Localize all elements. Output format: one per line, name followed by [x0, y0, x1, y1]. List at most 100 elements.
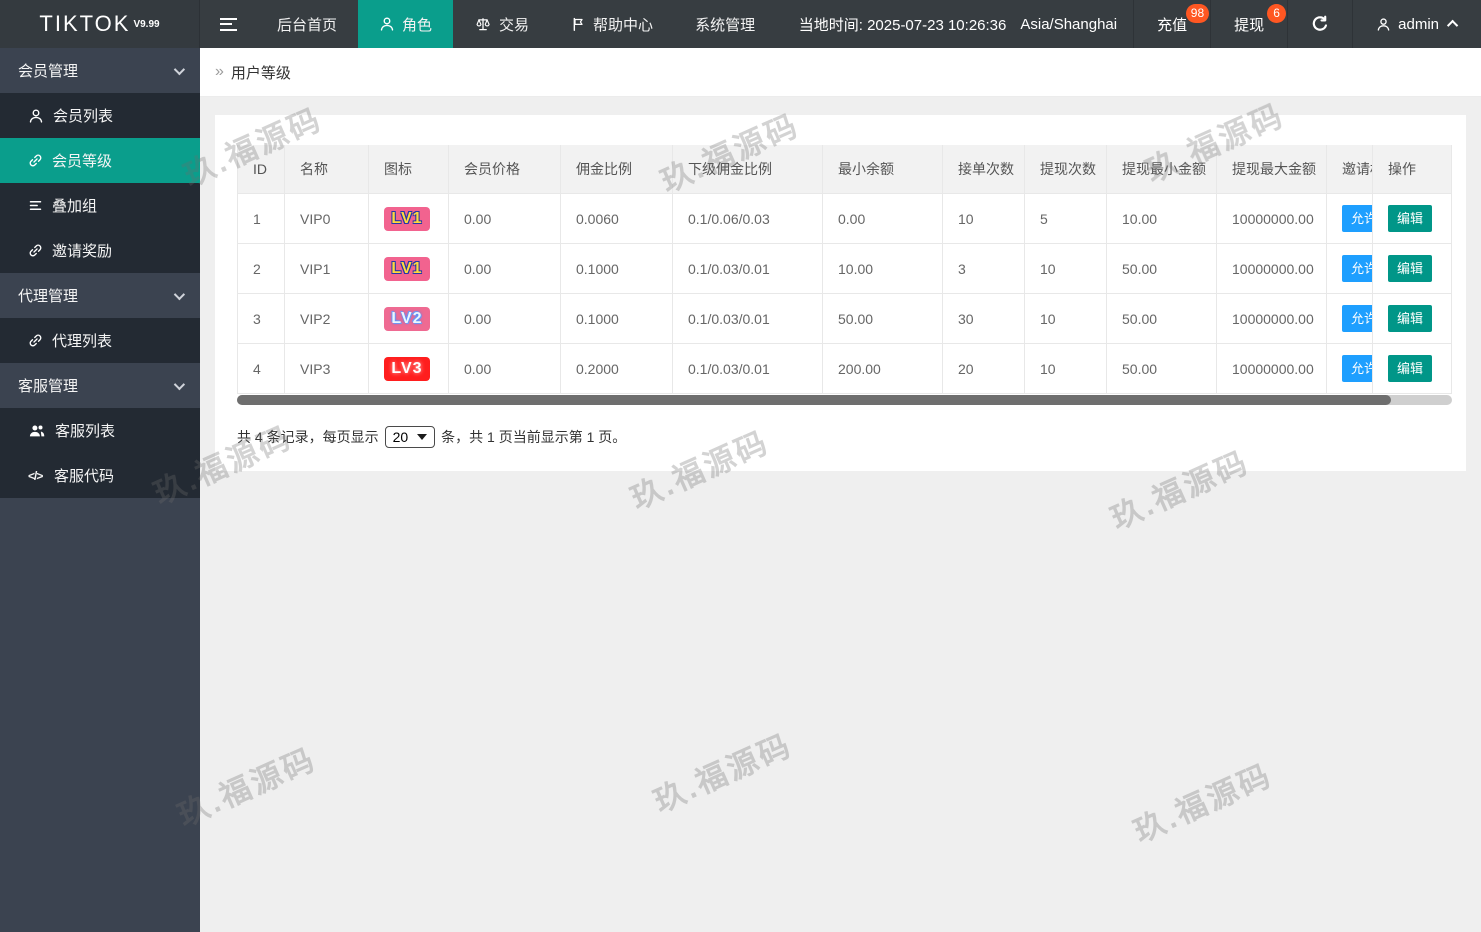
sidebar-item-member-list[interactable]: 会员列表 — [0, 93, 200, 138]
edit-button[interactable]: 编辑 — [1388, 205, 1433, 232]
nav-label: 后台首页 — [277, 16, 338, 34]
sidebar-group-agent-management[interactable]: 代理管理 — [0, 273, 200, 318]
col-header-sub-commission: 下级佣金比例 — [673, 145, 823, 194]
cell-name: VIP2 — [285, 294, 369, 344]
recharge-label: 充值 — [1157, 16, 1188, 34]
cell-withdrawals: 5 — [1025, 194, 1107, 244]
cell-actions: 编辑 — [1372, 244, 1452, 294]
refresh-button[interactable] — [1287, 0, 1352, 48]
sidebar-item-service-list[interactable]: 客服列表 — [0, 408, 200, 453]
cell-withdraw-max: 10000000.00 — [1217, 244, 1327, 294]
sidebar-item-label: 客服列表 — [55, 423, 116, 440]
page-title: 用户等级 — [230, 64, 291, 82]
page-size-value: 20 — [392, 429, 409, 445]
sidebar-item-label: 邀请奖励 — [52, 243, 113, 260]
edit-button[interactable]: 编辑 — [1388, 355, 1433, 382]
group-label: 代理管理 — [18, 288, 79, 305]
cell-icon: LV3 — [369, 344, 449, 394]
hamburger-icon — [219, 17, 237, 31]
cell-withdraw-max: 10000000.00 — [1217, 294, 1327, 344]
sidebar-item-service-code[interactable]: </> 客服代码 — [0, 453, 200, 498]
group-label: 客服管理 — [18, 378, 79, 395]
table-card: ID 名称 图标 会员价格 佣金比例 下级佣金比例 最小余额 接单次数 提现次数… — [215, 115, 1466, 471]
cell-id: 1 — [237, 194, 285, 244]
withdraw-button[interactable]: 提现 6 — [1210, 0, 1287, 48]
horizontal-scrollbar — [237, 395, 1452, 405]
cell-sub-commission: 0.1/0.06/0.03 — [673, 194, 823, 244]
nav-item-help-center[interactable]: 帮助中心 — [550, 0, 674, 48]
cell-actions: 编辑 — [1372, 344, 1452, 394]
page-size-select[interactable]: 20 — [384, 426, 436, 448]
user-level-table: ID 名称 图标 会员价格 佣金比例 下级佣金比例 最小余额 接单次数 提现次数… — [237, 145, 1452, 394]
code-icon: </> — [28, 468, 43, 483]
cell-min-balance: 10.00 — [823, 244, 943, 294]
nav-label: 帮助中心 — [593, 16, 654, 34]
user-icon — [1377, 17, 1390, 31]
edit-button[interactable]: 编辑 — [1388, 305, 1433, 332]
col-header-name: 名称 — [285, 145, 369, 194]
sidebar-item-label: 会员等级 — [52, 153, 113, 170]
cell-withdraw-min: 50.00 — [1107, 344, 1217, 394]
cell-withdrawals: 10 — [1025, 294, 1107, 344]
cell-id: 4 — [237, 344, 285, 394]
cell-id: 2 — [237, 244, 285, 294]
cell-name: VIP0 — [285, 194, 369, 244]
chevron-down-icon — [173, 63, 186, 75]
logo-text: TIKTOK — [39, 11, 131, 36]
cell-orders: 3 — [943, 244, 1025, 294]
recharge-button[interactable]: 充值 98 — [1133, 0, 1210, 48]
sidebar-item-label: 会员列表 — [53, 108, 114, 125]
caret-down-icon — [417, 434, 428, 440]
level-badge: LV1 — [384, 256, 430, 281]
table-row: 4 VIP3 LV3 0.00 0.2000 0.1/0.03/0.01 200… — [237, 344, 1452, 394]
cell-withdrawals: 10 — [1025, 244, 1107, 294]
recharge-badge: 98 — [1185, 4, 1210, 23]
users-icon — [29, 425, 45, 437]
layers-icon — [29, 201, 42, 210]
cell-withdraw-min: 10.00 — [1107, 194, 1217, 244]
cell-sub-commission: 0.1/0.03/0.01 — [673, 244, 823, 294]
sidebar-item-member-level[interactable]: 会员等级 — [0, 138, 200, 183]
breadcrumb: » 用户等级 — [200, 48, 1481, 97]
col-header-min-balance: 最小余额 — [823, 145, 943, 194]
col-header-actions: 操作 — [1372, 145, 1452, 194]
main-content: » 用户等级 ID 名称 图标 会员价格 佣金比例 下级佣金比例 最小余额 接单… — [200, 48, 1481, 932]
cell-name: VIP3 — [285, 344, 369, 394]
cell-min-balance: 0.00 — [823, 194, 943, 244]
level-badge: LV1 — [384, 206, 430, 231]
sidebar-group-member-management[interactable]: 会员管理 — [0, 48, 200, 93]
nav-item-system[interactable]: 系统管理 — [674, 0, 776, 48]
nav-item-trade[interactable]: 交易 — [453, 0, 550, 48]
table-container: ID 名称 图标 会员价格 佣金比例 下级佣金比例 最小余额 接单次数 提现次数… — [237, 145, 1452, 394]
col-header-withdraw-min: 提现最小金额 — [1107, 145, 1217, 194]
cell-price: 0.00 — [449, 244, 561, 294]
sidebar-item-agent-list[interactable]: 代理列表 — [0, 318, 200, 363]
menu-toggle-button[interactable] — [200, 0, 256, 48]
withdraw-badge: 6 — [1267, 4, 1287, 23]
top-nav: 后台首页 角色 交易 帮助中心 系统管理 — [256, 0, 776, 48]
cell-price: 0.00 — [449, 344, 561, 394]
level-badge: LV3 — [384, 356, 430, 381]
cell-withdraw-min: 50.00 — [1107, 244, 1217, 294]
group-label: 会员管理 — [18, 63, 79, 80]
top-bar-right: 当地时间: 2025-07-23 10:26:36 Asia/Shanghai … — [783, 0, 1481, 48]
withdraw-label: 提现 — [1234, 16, 1265, 34]
nav-item-roles[interactable]: 角色 — [358, 0, 454, 48]
table-header-row: ID 名称 图标 会员价格 佣金比例 下级佣金比例 最小余额 接单次数 提现次数… — [237, 145, 1452, 194]
pagination: 共 4 条记录，每页显示 20 条，共 1 页当前显示第 1 页。 — [237, 426, 1452, 448]
scrollbar-thumb[interactable] — [237, 395, 1392, 405]
sidebar-item-stack-group[interactable]: 叠加组 — [0, 183, 200, 228]
sidebar-item-label: 叠加组 — [52, 198, 98, 215]
cell-orders: 30 — [943, 294, 1025, 344]
user-menu[interactable]: admin — [1352, 0, 1481, 48]
col-header-icon: 图标 — [369, 145, 449, 194]
chevron-up-icon — [1446, 19, 1459, 32]
sidebar-item-invite-reward[interactable]: 邀请奖励 — [0, 228, 200, 273]
nav-label: 角色 — [402, 16, 433, 34]
nav-item-dashboard[interactable]: 后台首页 — [256, 0, 358, 48]
col-header-price: 会员价格 — [449, 145, 561, 194]
sidebar-group-service-management[interactable]: 客服管理 — [0, 363, 200, 408]
cell-commission: 0.2000 — [561, 344, 673, 394]
edit-button[interactable]: 编辑 — [1388, 255, 1433, 282]
link-icon — [29, 244, 42, 257]
